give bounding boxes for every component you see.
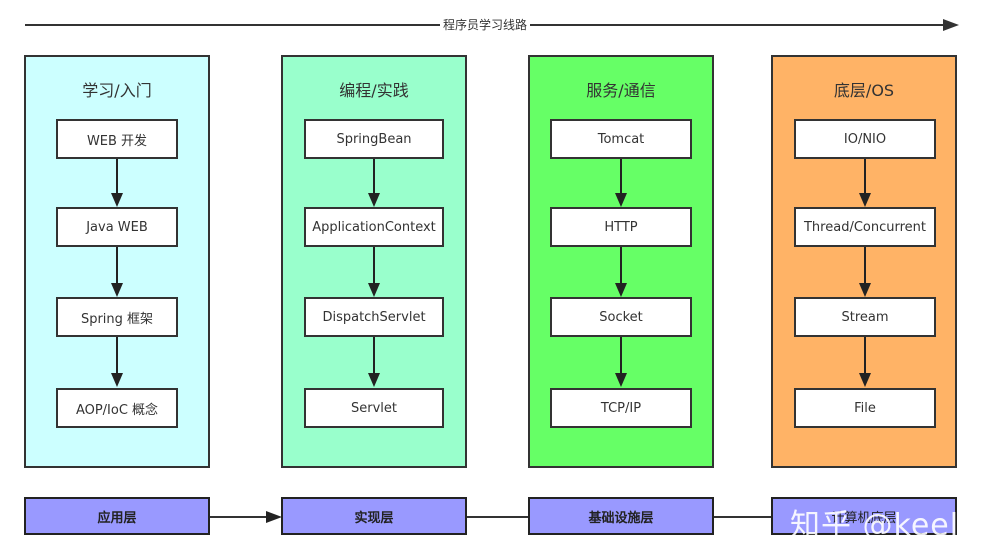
column-title: 底层/OS — [833, 81, 895, 100]
node: Tomcat — [550, 119, 692, 159]
node: Java WEB — [56, 207, 178, 247]
arrow-down-icon — [615, 373, 627, 387]
flow-connector — [116, 159, 118, 195]
layer-connector — [467, 516, 528, 518]
timeline-arrow-icon — [943, 19, 959, 31]
flow-connector — [116, 247, 118, 285]
flow-connector — [864, 159, 866, 195]
arrow-down-icon — [859, 373, 871, 387]
layer-infrastructure: 基础设施层 — [528, 497, 714, 535]
node: SpringBean — [304, 119, 444, 159]
flow-connector — [620, 247, 622, 285]
flow-connector — [864, 337, 866, 375]
flow-connector — [373, 337, 375, 375]
node: Thread/Concurrent — [794, 207, 936, 247]
flow-connector — [620, 159, 622, 195]
column-service: 服务/通信 Tomcat HTTP Socket TCP/IP — [528, 55, 714, 468]
watermark: 知乎 @keelii — [790, 508, 978, 543]
column-os: 底层/OS IO/NIO Thread/Concurrent Stream Fi… — [771, 55, 957, 468]
column-title: 服务/通信 — [586, 81, 656, 100]
arrow-down-icon — [368, 283, 380, 297]
node: Servlet — [304, 388, 444, 428]
arrow-down-icon — [859, 193, 871, 207]
node: Stream — [794, 297, 936, 337]
node: DispatchServlet — [304, 297, 444, 337]
column-learning: 学习/入门 WEB 开发 Java WEB Spring 框架 AOP/IoC … — [24, 55, 210, 468]
node: Spring 框架 — [56, 297, 178, 337]
arrow-right-icon — [266, 511, 282, 523]
flow-connector — [620, 337, 622, 375]
flow-connector — [373, 159, 375, 195]
flow-connector — [864, 247, 866, 285]
arrow-down-icon — [615, 193, 627, 207]
node: WEB 开发 — [56, 119, 178, 159]
layer-application: 应用层 — [24, 497, 210, 535]
column-practice: 编程/实践 SpringBean ApplicationContext Disp… — [281, 55, 467, 468]
arrow-down-icon — [615, 283, 627, 297]
column-title: 编程/实践 — [339, 81, 409, 100]
layer-connector — [210, 516, 270, 518]
arrow-down-icon — [368, 373, 380, 387]
node: File — [794, 388, 936, 428]
node: HTTP — [550, 207, 692, 247]
arrow-down-icon — [111, 193, 123, 207]
column-title: 学习/入门 — [82, 81, 152, 100]
node: AOP/IoC 概念 — [56, 388, 178, 428]
node: TCP/IP — [550, 388, 692, 428]
layer-implementation: 实现层 — [281, 497, 467, 535]
arrow-down-icon — [368, 193, 380, 207]
flow-connector — [373, 247, 375, 285]
arrow-down-icon — [111, 373, 123, 387]
node: ApplicationContext — [304, 207, 444, 247]
arrow-down-icon — [111, 283, 123, 297]
timeline-label: 程序员学习线路 — [440, 17, 531, 33]
flow-connector — [116, 337, 118, 375]
node: Socket — [550, 297, 692, 337]
node: IO/NIO — [794, 119, 936, 159]
layer-connector — [714, 516, 771, 518]
arrow-down-icon — [859, 283, 871, 297]
